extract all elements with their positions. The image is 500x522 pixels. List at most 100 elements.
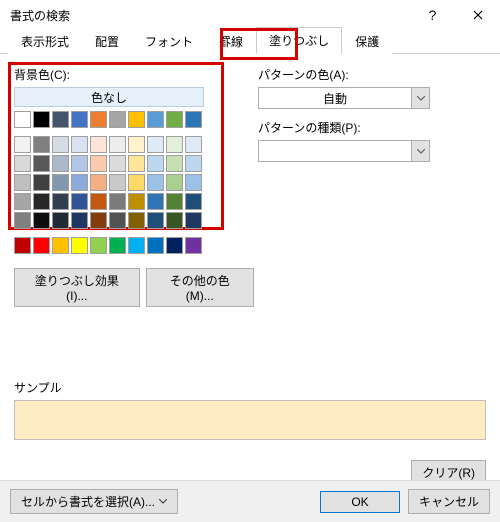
color-swatch[interactable]	[185, 237, 202, 254]
color-swatch[interactable]	[109, 155, 126, 172]
color-swatch[interactable]	[90, 111, 107, 128]
color-swatch[interactable]	[109, 212, 126, 229]
tab-number-format[interactable]: 表示形式	[8, 28, 82, 54]
color-swatch[interactable]	[128, 212, 145, 229]
color-swatch[interactable]	[90, 155, 107, 172]
tab-font[interactable]: フォント	[132, 28, 206, 54]
color-swatch[interactable]	[71, 174, 88, 191]
color-swatch[interactable]	[185, 136, 202, 153]
color-swatch[interactable]	[14, 155, 31, 172]
color-swatch[interactable]	[14, 193, 31, 210]
tab-alignment[interactable]: 配置	[82, 28, 132, 54]
chevron-down-icon	[411, 141, 429, 161]
color-swatch[interactable]	[109, 193, 126, 210]
color-swatch[interactable]	[52, 212, 69, 229]
color-swatch[interactable]	[147, 193, 164, 210]
color-swatch[interactable]	[71, 237, 88, 254]
color-swatch[interactable]	[128, 136, 145, 153]
color-swatch[interactable]	[52, 237, 69, 254]
color-swatch[interactable]	[52, 155, 69, 172]
color-swatch[interactable]	[14, 111, 31, 128]
color-swatch[interactable]	[166, 155, 183, 172]
color-swatch[interactable]	[128, 111, 145, 128]
titlebar: 書式の検索 ?	[0, 0, 500, 30]
window-title: 書式の検索	[10, 7, 410, 24]
color-swatch[interactable]	[128, 237, 145, 254]
color-swatch[interactable]	[14, 174, 31, 191]
close-button[interactable]	[455, 0, 500, 30]
color-swatch[interactable]	[128, 174, 145, 191]
color-swatch[interactable]	[52, 193, 69, 210]
ok-button[interactable]: OK	[320, 491, 400, 513]
color-swatch[interactable]	[52, 111, 69, 128]
color-swatch[interactable]	[147, 237, 164, 254]
color-swatch[interactable]	[33, 111, 50, 128]
color-swatch[interactable]	[14, 237, 31, 254]
format-from-cell-button[interactable]: セルから書式を選択(A)...	[10, 489, 178, 514]
color-swatch[interactable]	[14, 136, 31, 153]
color-swatch[interactable]	[166, 212, 183, 229]
color-swatch[interactable]	[90, 136, 107, 153]
color-swatch[interactable]	[90, 212, 107, 229]
color-swatch[interactable]	[166, 136, 183, 153]
color-swatch[interactable]	[33, 136, 50, 153]
bg-color-label: 背景色(C):	[14, 66, 254, 83]
color-swatch[interactable]	[71, 155, 88, 172]
chevron-down-icon	[411, 88, 429, 108]
pattern-type-combo[interactable]	[258, 140, 430, 162]
fill-effects-button[interactable]: 塗りつぶし効果(I)...	[14, 268, 140, 307]
color-swatch[interactable]	[147, 111, 164, 128]
pattern-type-label: パターンの種類(P):	[258, 119, 486, 136]
sample-label: サンプル	[14, 379, 486, 396]
color-swatch[interactable]	[147, 174, 164, 191]
no-color-button[interactable]: 色なし	[14, 87, 204, 107]
color-swatch[interactable]	[71, 193, 88, 210]
color-swatch[interactable]	[33, 174, 50, 191]
color-swatch[interactable]	[33, 193, 50, 210]
color-swatch[interactable]	[109, 111, 126, 128]
color-swatch[interactable]	[109, 237, 126, 254]
color-swatch[interactable]	[71, 111, 88, 128]
color-swatch[interactable]	[185, 111, 202, 128]
color-swatch[interactable]	[52, 136, 69, 153]
pattern-color-label: パターンの色(A):	[258, 66, 486, 83]
color-swatch[interactable]	[109, 174, 126, 191]
color-swatch[interactable]	[90, 237, 107, 254]
color-swatch[interactable]	[147, 155, 164, 172]
pattern-color-value: 自動	[259, 90, 411, 107]
tab-bar: 表示形式 配置 フォント 罫線 塗りつぶし 保護	[0, 30, 500, 54]
color-swatch[interactable]	[185, 193, 202, 210]
color-swatch[interactable]	[185, 212, 202, 229]
color-swatch[interactable]	[166, 174, 183, 191]
tab-fill[interactable]: 塗りつぶし	[256, 27, 342, 54]
color-swatch[interactable]	[147, 212, 164, 229]
color-swatch[interactable]	[90, 193, 107, 210]
dialog-body: 背景色(C): 色なし 塗りつぶし効果(I)... その他の色(M)... パタ…	[0, 54, 500, 497]
color-swatch[interactable]	[166, 193, 183, 210]
color-swatch[interactable]	[33, 237, 50, 254]
more-colors-button[interactable]: その他の色(M)...	[146, 268, 254, 307]
color-swatch[interactable]	[128, 193, 145, 210]
close-icon	[473, 10, 483, 20]
color-swatch[interactable]	[147, 136, 164, 153]
color-swatch[interactable]	[33, 212, 50, 229]
color-swatch[interactable]	[185, 174, 202, 191]
color-swatch[interactable]	[185, 155, 202, 172]
color-swatch[interactable]	[71, 136, 88, 153]
color-swatch[interactable]	[90, 174, 107, 191]
color-swatch[interactable]	[52, 174, 69, 191]
color-swatch-grid	[14, 111, 204, 256]
color-swatch[interactable]	[33, 155, 50, 172]
cancel-button[interactable]: キャンセル	[408, 489, 490, 514]
color-swatch[interactable]	[128, 155, 145, 172]
tab-protection[interactable]: 保護	[342, 28, 392, 54]
tab-border[interactable]: 罫線	[206, 28, 256, 54]
pattern-color-combo[interactable]: 自動	[258, 87, 430, 109]
color-swatch[interactable]	[14, 212, 31, 229]
color-swatch[interactable]	[166, 111, 183, 128]
color-swatch[interactable]	[109, 136, 126, 153]
color-swatch[interactable]	[71, 212, 88, 229]
help-button[interactable]: ?	[410, 0, 455, 30]
color-swatch[interactable]	[166, 237, 183, 254]
dialog-footer: セルから書式を選択(A)... OK キャンセル	[0, 480, 500, 522]
